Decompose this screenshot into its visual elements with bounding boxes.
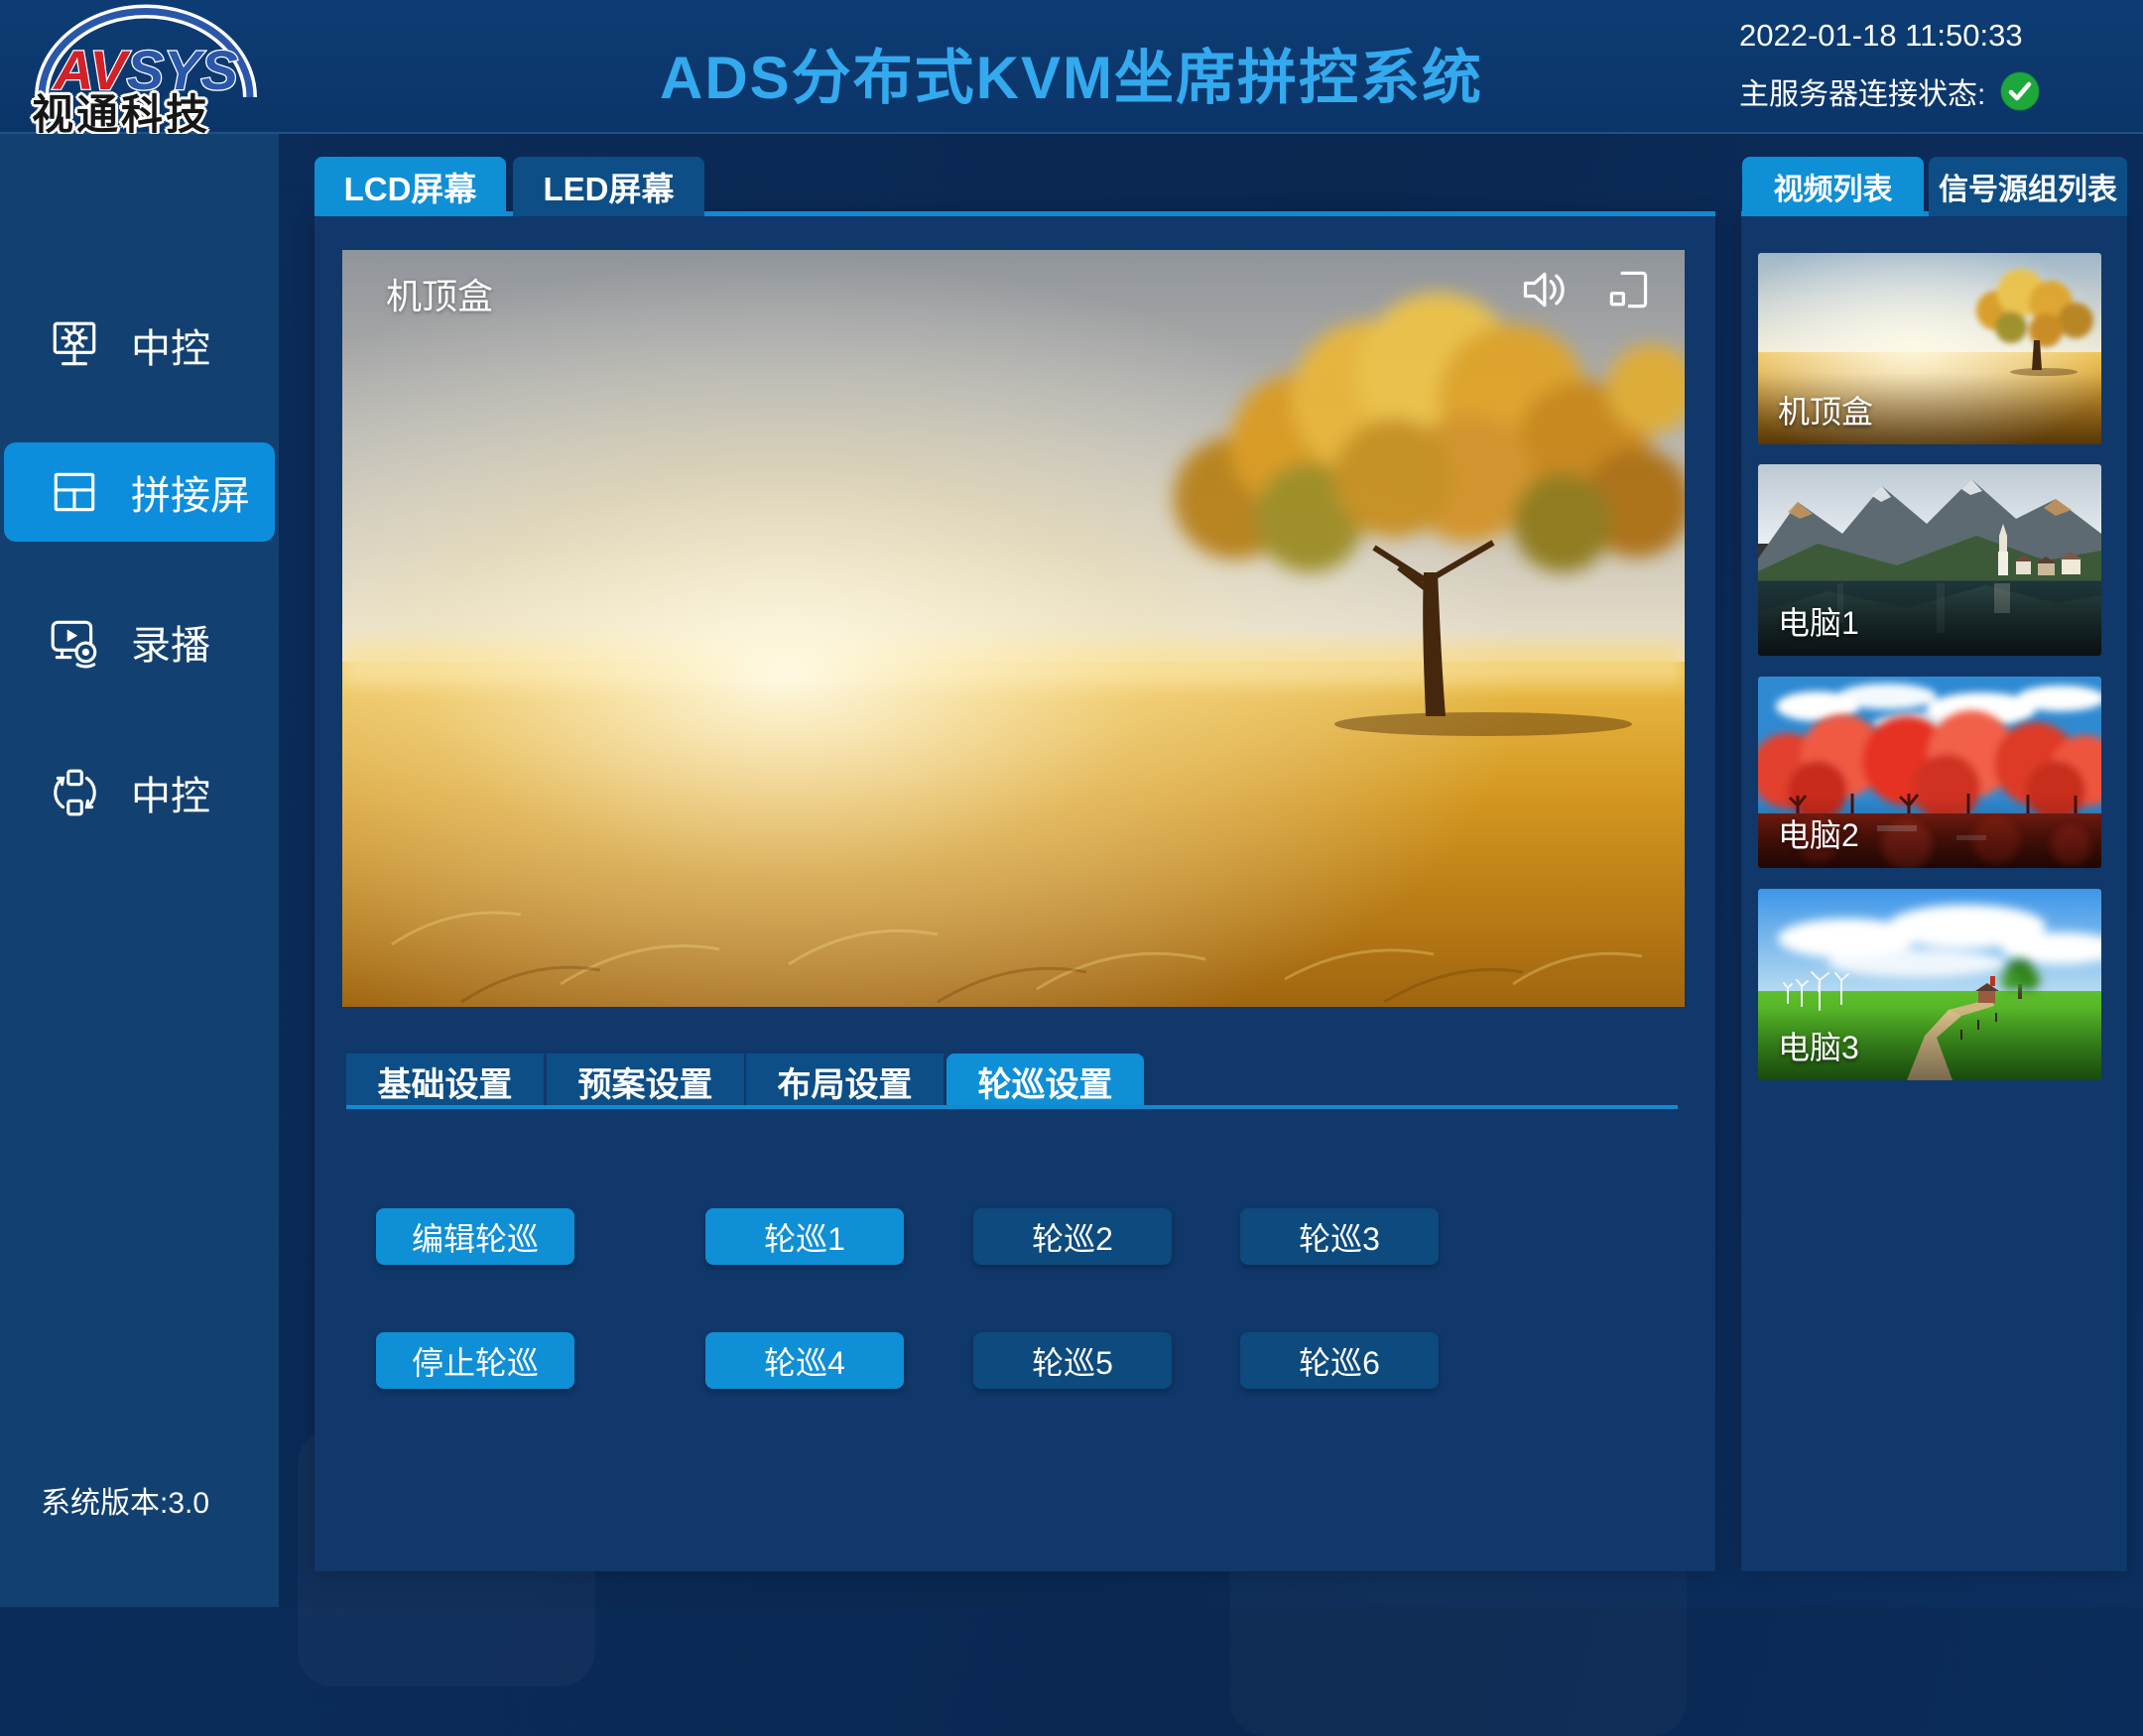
preview-source-label: 机顶盒 — [386, 268, 493, 319]
patrol-6-button[interactable]: 轮巡6 — [1240, 1332, 1439, 1389]
sync-icon — [48, 766, 101, 819]
status-ok-check-icon — [1999, 70, 2041, 112]
button-label: 轮巡2 — [1032, 1214, 1113, 1260]
kvm-console-page: { "header": { "logo": { "brand_av": "AV"… — [0, 0, 2143, 1607]
tab-basic-settings[interactable]: 基础设置 — [346, 1054, 544, 1109]
button-label: 轮巡6 — [1299, 1338, 1380, 1384]
tab-label: 视频列表 — [1774, 165, 1893, 208]
datetime-text: 2022-01-18 11:50:33 — [1739, 18, 2041, 54]
tab-lcd-screen[interactable]: LCD屏幕 — [315, 157, 506, 216]
tab-led-screen[interactable]: LED屏幕 — [513, 157, 704, 216]
video-list-item-pc3[interactable]: 电脑3 — [1758, 889, 2101, 1080]
button-label: 停止轮巡 — [412, 1338, 539, 1384]
sidebar-item-video-wall[interactable]: 拼接屏 — [4, 442, 275, 542]
sidebar-item-central-control-2[interactable]: 中控 — [4, 743, 275, 842]
tab-label: 预案设置 — [578, 1057, 713, 1106]
header-bar: AVSYS 视通科技 ADS分布式KVM坐席拼控系统 2022-01-18 11… — [0, 0, 2143, 134]
sidebar-item-label: 中控 — [131, 316, 210, 374]
button-label: 轮巡3 — [1299, 1214, 1380, 1260]
patrol-1-button[interactable]: 轮巡1 — [705, 1208, 904, 1265]
button-label: 轮巡5 — [1032, 1338, 1113, 1384]
video-list-item-label: 机顶盒 — [1778, 387, 1873, 433]
pip-expand-icon[interactable] — [1604, 266, 1652, 313]
patrol-2-button[interactable]: 轮巡2 — [973, 1208, 1172, 1265]
patrol-4-button[interactable]: 轮巡4 — [705, 1332, 904, 1389]
video-list-item-label: 电脑2 — [1778, 810, 1859, 856]
tab-label: 布局设置 — [778, 1057, 913, 1106]
record-camera-icon — [48, 615, 101, 669]
tab-label: 轮巡设置 — [978, 1057, 1113, 1106]
sidebar-item-label: 拼接屏 — [131, 463, 250, 521]
button-label: 轮巡4 — [764, 1338, 845, 1384]
stop-patrol-button[interactable]: 停止轮巡 — [376, 1332, 574, 1389]
monitor-gear-icon — [48, 318, 101, 372]
video-list-item-pc2[interactable]: 电脑2 — [1758, 677, 2101, 868]
tab-preset-settings[interactable]: 预案设置 — [547, 1054, 744, 1109]
video-list-item-settop-box[interactable]: 机顶盒 — [1758, 253, 2101, 444]
tab-label: LED屏幕 — [544, 163, 675, 210]
server-status-label: 主服务器连接状态: — [1739, 69, 1985, 113]
patrol-3-button[interactable]: 轮巡3 — [1240, 1208, 1439, 1265]
split-screen-icon — [48, 465, 101, 519]
button-label: 编辑轮巡 — [412, 1214, 539, 1260]
tab-label: LCD屏幕 — [344, 163, 477, 210]
sidebar-nav: 中控 拼接屏 录播 中控 系统版本:3.0 — [0, 134, 279, 1607]
sidebar-item-recording[interactable]: 录播 — [4, 592, 275, 691]
video-list-item-label: 电脑1 — [1778, 598, 1859, 644]
page-title: ADS分布式KVM坐席拼控系统 — [660, 30, 1483, 116]
edit-patrol-button[interactable]: 编辑轮巡 — [376, 1208, 574, 1265]
settings-tabs-underline — [346, 1105, 1678, 1109]
tab-label: 基础设置 — [378, 1057, 513, 1106]
tab-layout-settings[interactable]: 布局设置 — [746, 1054, 944, 1109]
tab-patrol-settings[interactable]: 轮巡设置 — [946, 1054, 1144, 1109]
sidebar-item-central-control[interactable]: 中控 — [4, 296, 275, 395]
video-preview[interactable]: 机顶盒 — [342, 250, 1685, 1007]
tab-label: 信号源组列表 — [1939, 165, 2117, 208]
sidebar-item-label: 录播 — [131, 613, 210, 671]
video-list-item-label: 电脑3 — [1778, 1023, 1859, 1068]
golden-field-image — [342, 250, 1685, 1007]
tab-video-list[interactable]: 视频列表 — [1742, 157, 1924, 216]
tab-signal-source-group-list[interactable]: 信号源组列表 — [1929, 157, 2127, 216]
sidebar-item-label: 中控 — [131, 764, 210, 821]
volume-icon[interactable] — [1519, 266, 1567, 313]
system-version-text: 系统版本:3.0 — [41, 1478, 209, 1522]
header-status-block: 2022-01-18 11:50:33 主服务器连接状态: — [1739, 18, 2041, 113]
company-name: 视通科技 — [32, 81, 210, 142]
patrol-5-button[interactable]: 轮巡5 — [973, 1332, 1172, 1389]
video-list-item-pc1[interactable]: 电脑1 — [1758, 464, 2101, 656]
button-label: 轮巡1 — [764, 1214, 845, 1260]
